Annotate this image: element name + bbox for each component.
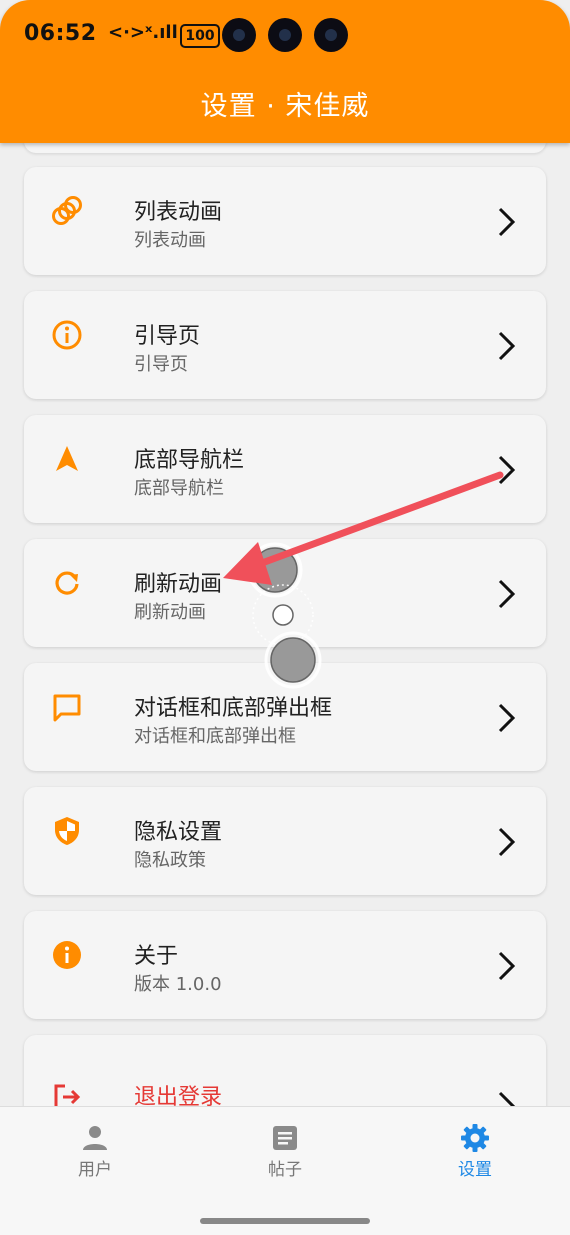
nav-label: 帖子 xyxy=(268,1160,302,1180)
camera-cutout-icon xyxy=(314,18,348,52)
chevron-right-icon xyxy=(498,951,516,981)
app-bar: 06:52 <·>ˣ.ıll 100 设置 · 宋佳威 xyxy=(0,0,570,143)
logout-item[interactable]: 退出登录 xyxy=(24,1035,546,1106)
network-icons: <·>ˣ.ıll xyxy=(108,22,178,43)
nav-tab-settings[interactable]: 设置 xyxy=(420,1123,530,1180)
settings-item-dialogs[interactable]: 对话框和底部弹出框 对话框和底部弹出框 xyxy=(24,663,546,771)
item-subtitle: 底部导航栏 xyxy=(134,478,224,499)
settings-item-guide-page[interactable]: 引导页 引导页 xyxy=(24,291,546,399)
list-item-partial[interactable] xyxy=(24,143,546,153)
shield-icon xyxy=(55,817,79,845)
logout-icon xyxy=(54,1084,81,1106)
home-indicator xyxy=(200,1218,370,1224)
item-title: 列表动画 xyxy=(134,200,223,225)
page-title: 设置 · 宋佳威 xyxy=(200,91,370,122)
item-title: 底部导航栏 xyxy=(134,448,245,473)
chat-bubble-icon xyxy=(53,694,81,722)
info-outline-icon xyxy=(52,320,82,350)
logout-label: 退出登录 xyxy=(134,1085,223,1106)
settings-item-about[interactable]: 关于 版本 1.0.0 xyxy=(24,911,546,1019)
settings-item-refresh-animation[interactable]: 刷新动画 刷新动画 xyxy=(24,539,546,647)
chevron-right-icon xyxy=(498,579,516,609)
item-title: 刷新动画 xyxy=(134,572,223,597)
nav-label: 设置 xyxy=(458,1160,492,1180)
gear-icon xyxy=(461,1124,489,1152)
battery-indicator: 100 xyxy=(180,24,220,48)
chevron-right-icon xyxy=(498,1091,516,1106)
settings-item-list-animation[interactable]: 列表动画 列表动画 xyxy=(24,167,546,275)
chevron-right-icon xyxy=(498,207,516,237)
item-subtitle: 版本 1.0.0 xyxy=(134,974,222,995)
chevron-right-icon xyxy=(498,455,516,485)
status-bar: 06:52 <·>ˣ.ıll 100 xyxy=(0,0,570,70)
navigation-arrow-icon xyxy=(56,446,78,471)
nav-label: 用户 xyxy=(78,1160,112,1180)
settings-list[interactable]: 列表动画 列表动画 引导页 引导页 底部导航栏 底部导航栏 刷新动画 刷新动画 xyxy=(0,143,570,1106)
item-subtitle: 引导页 xyxy=(134,354,188,375)
refresh-icon xyxy=(55,571,79,595)
item-subtitle: 列表动画 xyxy=(134,230,206,251)
chevron-right-icon xyxy=(498,827,516,857)
person-icon xyxy=(83,1126,107,1150)
item-title: 对话框和底部弹出框 xyxy=(134,696,333,721)
item-subtitle: 刷新动画 xyxy=(134,602,206,623)
rings-icon xyxy=(52,196,82,225)
settings-item-bottom-navigation[interactable]: 底部导航栏 底部导航栏 xyxy=(24,415,546,523)
item-title: 隐私设置 xyxy=(134,820,223,845)
info-filled-icon xyxy=(53,941,81,969)
status-time: 06:52 xyxy=(24,21,97,46)
chevron-right-icon xyxy=(498,703,516,733)
bottom-navigation: 用户 帖子 设置 xyxy=(0,1106,570,1235)
camera-cutout-icon xyxy=(268,18,302,52)
item-title: 关于 xyxy=(134,944,179,969)
article-icon xyxy=(273,1126,297,1150)
camera-cutout-icon xyxy=(222,18,256,52)
item-subtitle: 对话框和底部弹出框 xyxy=(134,726,296,747)
item-title: 引导页 xyxy=(134,324,201,349)
chevron-right-icon xyxy=(498,331,516,361)
nav-tab-posts[interactable]: 帖子 xyxy=(230,1123,340,1180)
nav-tab-users[interactable]: 用户 xyxy=(40,1123,150,1180)
settings-item-privacy[interactable]: 隐私设置 隐私政策 xyxy=(24,787,546,895)
item-subtitle: 隐私政策 xyxy=(134,850,206,871)
